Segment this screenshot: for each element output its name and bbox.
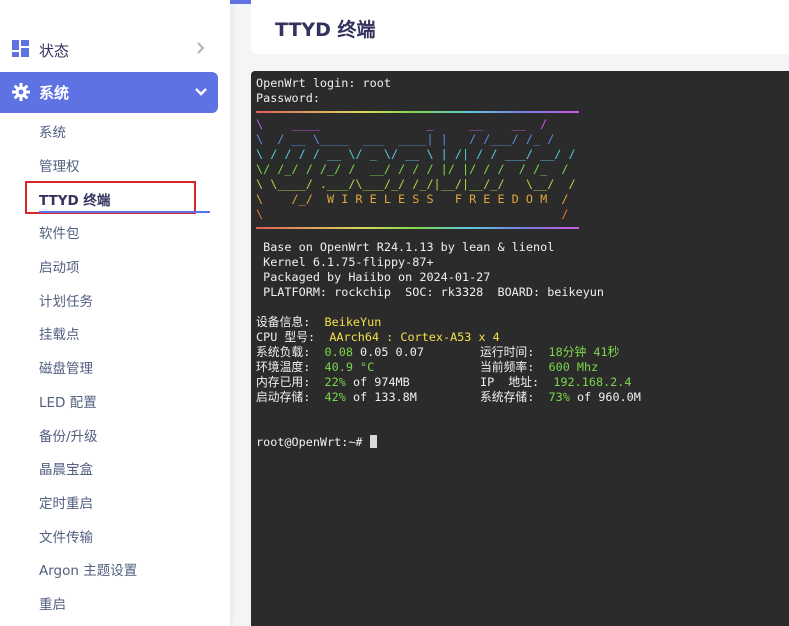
banner-rule-top <box>256 111 579 113</box>
submenu-crontab[interactable]: 计划任务 <box>39 290 93 310</box>
submenu-led[interactable]: LED 配置 <box>39 391 97 411</box>
banner-info-line: Packaged by Haiibo on 2024-01-27 <box>256 270 491 284</box>
sidebar-item-label: 系统 <box>39 84 70 102</box>
ip-info: IP 地址: 192.168.2.4 <box>480 375 632 389</box>
submenu-disk[interactable]: 磁盘管理 <box>39 357 93 377</box>
banner-art-line: \ / __ \____ ___ ____| | / /___/ /_ / <box>256 132 555 146</box>
cpu-info-line: CPU 型号: AArch64 : Cortex-A53 x 4 <box>256 330 500 344</box>
terminal-prompt-line[interactable]: root@OpenWrt:~# <box>256 435 377 450</box>
sidebar-item-label: 状态 <box>39 42 70 60</box>
banner-art-line: \ / <box>256 207 569 221</box>
boot-storage-info: 启动存储: 42% of 133.8M <box>256 390 417 404</box>
uptime-info: 运行时间: 18分钟 41秒 <box>480 345 620 359</box>
submenu-filetransfer[interactable]: 文件传输 <box>39 526 93 546</box>
banner-art-line: \ ____ _ __ __ / <box>256 117 548 131</box>
chevron-down-icon <box>194 84 208 103</box>
active-item-underline <box>39 211 210 213</box>
chevron-right-icon <box>196 41 205 59</box>
sidebar-item-status[interactable]: 状态 <box>0 29 218 71</box>
gear-icon <box>12 83 30 105</box>
memory-info: 内存已用: 22% of 974MB <box>256 375 410 389</box>
sidebar-item-system[interactable]: 系统 <box>0 72 218 113</box>
terminal-login-line: OpenWrt login: root <box>256 76 391 90</box>
banner-info-line: Base on OpenWrt R24.1.13 by lean & lieno… <box>256 240 555 254</box>
device-info-line: 设备信息: BeikeYun <box>256 315 382 329</box>
terminal-cursor <box>369 435 377 448</box>
page-title: TTYD 终端 <box>275 19 376 41</box>
banner-info-line: Kernel 6.1.75-flippy-87+ <box>256 255 434 269</box>
load-info: 系统负载: 0.08 0.05 0.07 <box>256 345 424 359</box>
submenu-argon[interactable]: Argon 主题设置 <box>39 559 137 579</box>
sidebar: 状态 系统 系统 管理权 TTYD 终端 软件包 启动项 计划任务 挂载点 磁盘… <box>0 0 230 626</box>
banner-art-line: \ /_/ W I R E L E S S F R E E D O M / <box>256 192 569 206</box>
shell-prompt: root@OpenWrt:~# <box>256 435 363 449</box>
banner-art-line: \ \____/ .___/\___/_/ /_/|__/|__/_/ \__/… <box>256 177 576 191</box>
submenu-admin[interactable]: 管理权 <box>39 155 80 175</box>
submenu-reboot[interactable]: 重启 <box>39 593 66 613</box>
banner-rule-bottom <box>256 227 579 229</box>
submenu-system[interactable]: 系统 <box>39 121 66 141</box>
submenu-mounts[interactable]: 挂载点 <box>39 323 80 343</box>
freq-info: 当前频率: 600 Mhz <box>480 360 599 374</box>
page-header: TTYD 终端 <box>251 0 789 54</box>
submenu-amlogic[interactable]: 晶晨宝盒 <box>39 458 93 478</box>
terminal[interactable]: OpenWrt login: root Password: \ ____ _ _… <box>251 71 789 626</box>
banner-art-line: \/ /_/ / /_/ / __/ / / / |/ |/ / / / /_ … <box>256 162 569 176</box>
temp-info: 环境温度: 40.9 °C <box>256 360 375 374</box>
dashboard-icon <box>12 40 29 61</box>
system-storage-info: 系统存储: 73% of 960.0M <box>480 390 641 404</box>
active-item-highlight <box>25 181 196 214</box>
submenu-startup[interactable]: 启动项 <box>39 256 80 276</box>
submenu-backup[interactable]: 备份/升级 <box>39 425 98 445</box>
terminal-password-line: Password: <box>256 91 320 105</box>
banner-art-line: \ / / / / __ \/ _ \/ __ \ | /| / / ___/ … <box>256 147 576 161</box>
banner-info-line: PLATFORM: rockchip SOC: rk3328 BOARD: be… <box>256 285 605 299</box>
submenu-packages[interactable]: 软件包 <box>39 222 80 242</box>
submenu-autoreboot[interactable]: 定时重启 <box>39 492 93 512</box>
